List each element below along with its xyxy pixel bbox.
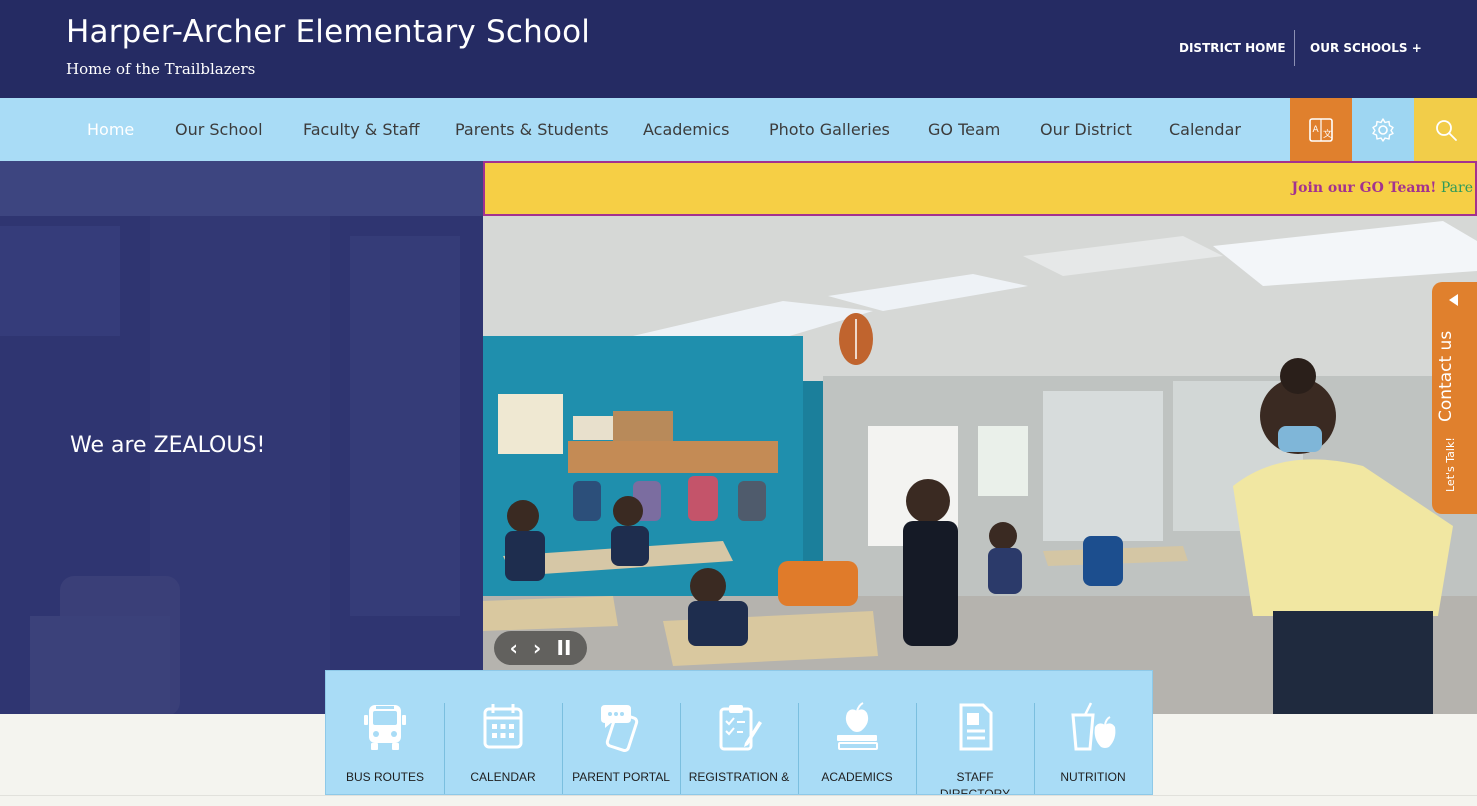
directory-icon: [959, 703, 993, 751]
slider-controls: ‹ › II: [494, 631, 587, 665]
bus-icon: [364, 705, 406, 750]
school-tagline: Home of the Trailblazers: [66, 60, 256, 78]
slider-pause-button[interactable]: II: [557, 638, 572, 658]
translate-button[interactable]: A 文: [1290, 98, 1352, 161]
district-home-link[interactable]: DISTRICT HOME: [1179, 41, 1286, 55]
classroom-photo: [483, 216, 1477, 714]
quick-link-registration[interactable]: REGISTRATION &: [680, 671, 798, 794]
lets-talk-label: Let's Talk!: [1444, 437, 1457, 492]
search-icon: [1435, 119, 1457, 141]
alert-ticker[interactable]: Join our GO Team! Pare: [483, 161, 1477, 216]
nav-item-our-district[interactable]: Our District: [1040, 120, 1132, 139]
slider-prev-button[interactable]: ‹: [510, 638, 518, 658]
our-schools-link[interactable]: OUR SCHOOLS +: [1310, 41, 1422, 55]
quick-link-bus-routes[interactable]: BUS ROUTES: [326, 671, 444, 794]
nav-item-academics[interactable]: Academics: [643, 120, 729, 139]
nav-item-parents-students[interactable]: Parents & Students: [455, 120, 609, 139]
svg-text:文: 文: [1323, 128, 1332, 140]
quick-link-calendar[interactable]: CALENDAR: [444, 671, 562, 794]
collapse-arrow-icon: [1449, 294, 1458, 306]
hero-caption-panel: We are ZEALOUS!: [0, 216, 483, 714]
search-button[interactable]: [1414, 98, 1477, 161]
alert-text: Join our GO Team! Pare: [1292, 180, 1473, 196]
bottom-divider: [0, 795, 1477, 796]
utility-divider: [1294, 30, 1295, 66]
drink-apple-icon: [1071, 702, 1116, 751]
quick-link-label: REGISTRATION &: [688, 770, 790, 784]
nav-item-calendar[interactable]: Calendar: [1169, 120, 1241, 139]
alert-highlight[interactable]: Join our GO Team!: [1292, 180, 1437, 196]
quick-link-parent-portal[interactable]: PARENT PORTAL: [562, 671, 680, 794]
site-header: Harper-Archer Elementary School Home of …: [0, 0, 1477, 98]
quick-link-label: STAFF DIRECTORY: [939, 770, 1011, 795]
nav-item-our-school[interactable]: Our School: [175, 120, 263, 139]
nav-item-home[interactable]: Home: [87, 120, 134, 139]
slider-next-button[interactable]: ›: [533, 638, 541, 658]
nav-item-go-team[interactable]: GO Team: [928, 120, 1000, 139]
contact-us-label: Contact us: [1436, 330, 1456, 422]
gear-icon: [1372, 117, 1394, 142]
nav-item-faculty-staff[interactable]: Faculty & Staff: [303, 120, 420, 139]
hero-slide-image: [483, 216, 1477, 714]
quick-link-label: BUS ROUTES: [345, 770, 424, 784]
hero-caption: We are ZEALOUS!: [70, 433, 266, 458]
calendar-icon: [483, 704, 523, 749]
bus-backdrop-image: [0, 216, 483, 714]
quick-link-label: PARENT PORTAL: [572, 770, 670, 784]
quick-link-nutrition[interactable]: NUTRITION: [1034, 671, 1152, 794]
quick-link-academics[interactable]: ACADEMICS: [798, 671, 916, 794]
quick-link-label: CALENDAR: [470, 770, 536, 784]
settings-button[interactable]: [1352, 98, 1414, 161]
phone-chat-icon: [601, 705, 639, 753]
nav-item-photo-galleries[interactable]: Photo Galleries: [769, 120, 890, 139]
school-name[interactable]: Harper-Archer Elementary School: [66, 14, 590, 50]
alert-more[interactable]: Pare: [1441, 180, 1473, 196]
quick-link-label: NUTRITION: [1060, 770, 1126, 784]
quick-link-label: ACADEMICS: [821, 770, 893, 784]
contact-us-tab[interactable]: Contact us Let's Talk!: [1432, 282, 1477, 514]
quick-links-bar: BUS ROUTES CALENDAR PARENT PORTAL REGIST…: [325, 670, 1153, 795]
hero-left-top-panel: [0, 161, 483, 216]
svg-text:A: A: [1313, 125, 1320, 135]
translate-icon: A 文: [1309, 117, 1333, 142]
apple-book-icon: [837, 702, 878, 750]
quick-link-staff-directory[interactable]: STAFF DIRECTORY: [916, 671, 1034, 795]
main-nav: Home Our School Faculty & Staff Parents …: [0, 98, 1477, 161]
clipboard-icon: [719, 705, 762, 751]
